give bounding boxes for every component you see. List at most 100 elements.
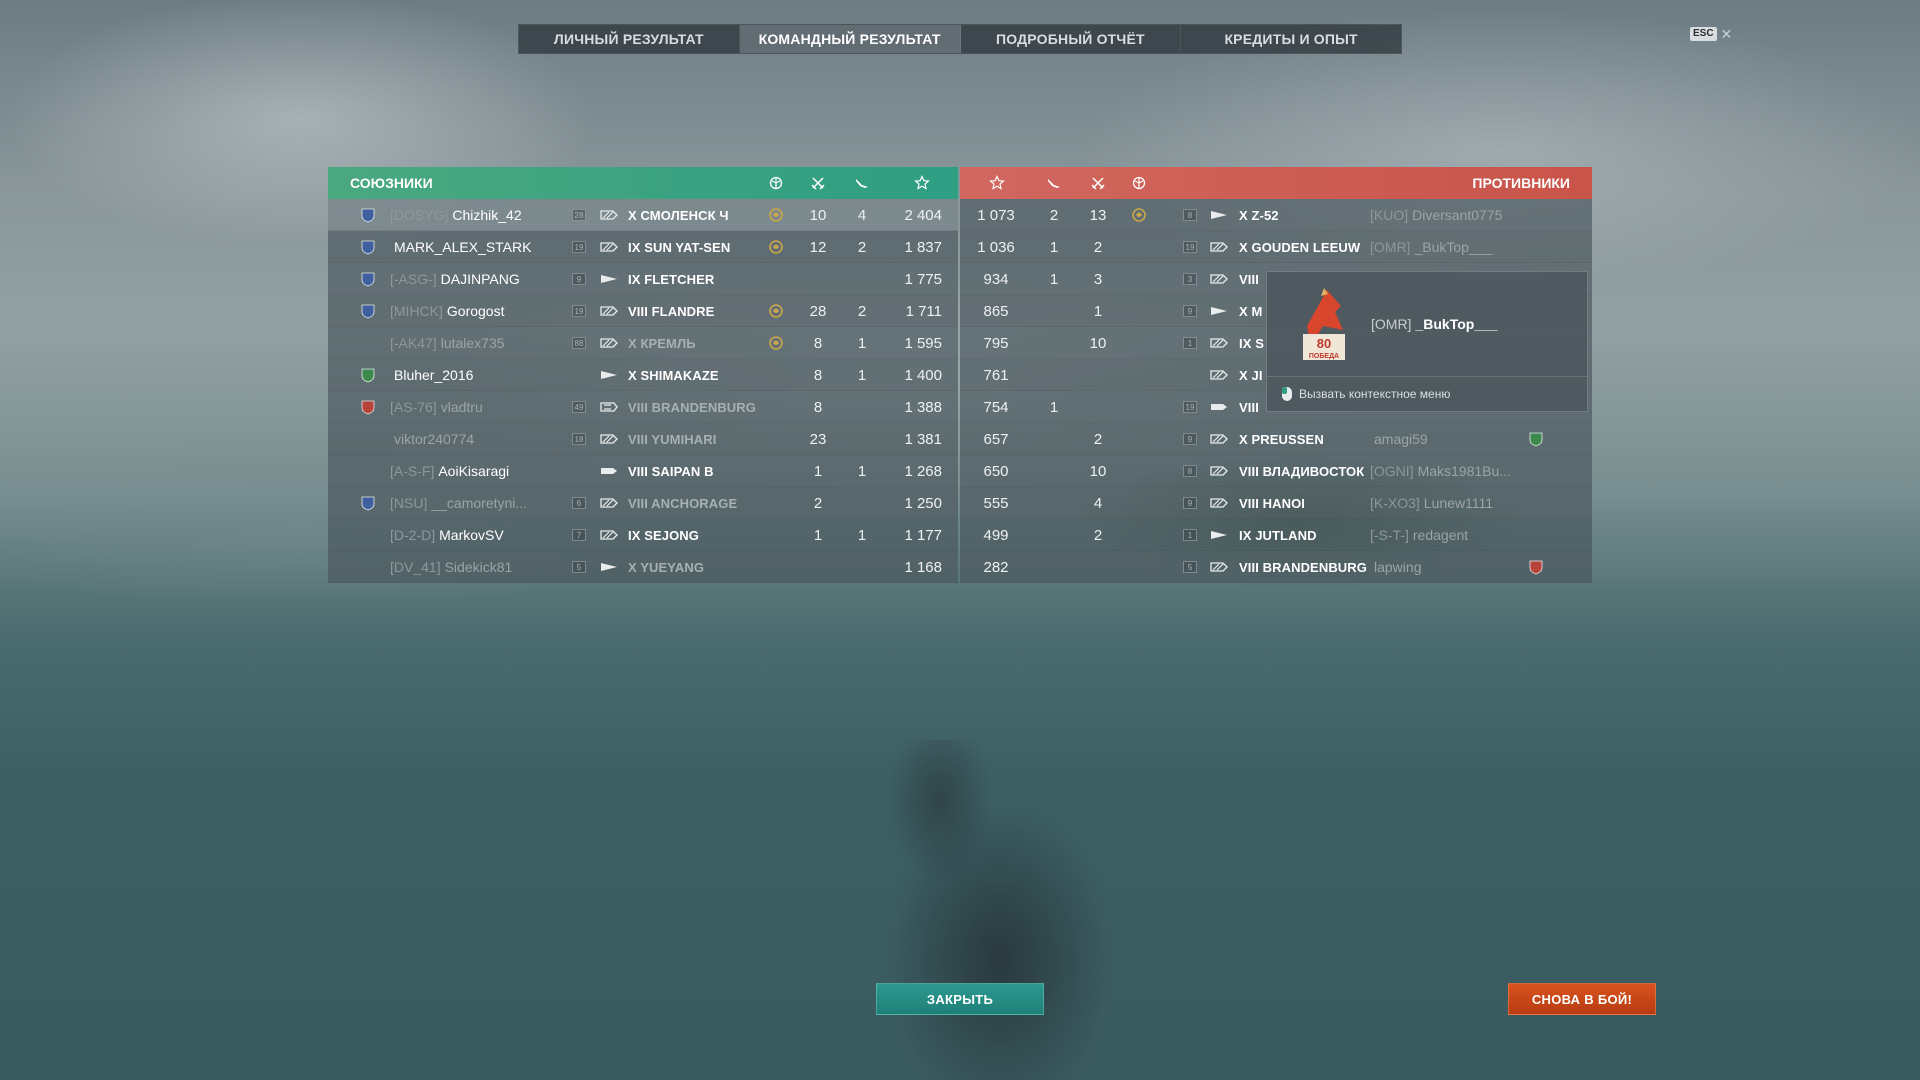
- tab-personal-result[interactable]: ЛИЧНЫЙ РЕЗУЛЬТАТ: [519, 25, 740, 53]
- player-name[interactable]: [K-XO3] Lunew1111: [1370, 487, 1530, 519]
- player-name[interactable]: [KUO] Diversant0775: [1370, 199, 1530, 231]
- player-name[interactable]: [МIHCK] Gorogost: [390, 295, 560, 327]
- esc-close-button[interactable]: ESC ✕: [1690, 27, 1732, 41]
- allies-panel: СОЮЗНИКИ [DOSYG] Chizhik_42 28 X СМОЛЕНСК Ч…: [328, 167, 958, 583]
- planes-value: 1: [1049, 270, 1059, 288]
- player-name[interactable]: lapwing: [1370, 551, 1530, 583]
- ally-row[interactable]: [D-2-D] MarkovSV 7 IX SEJONG 1 1 1 177: [328, 519, 958, 551]
- ship-name: VIII: [1239, 399, 1259, 415]
- frags-value: [1078, 391, 1118, 423]
- score-value: 1 168: [904, 558, 942, 576]
- clan-tag: [OGNI]: [1370, 463, 1414, 479]
- score-value: 2 404: [904, 206, 942, 224]
- ship-class-icon: [1210, 231, 1230, 263]
- player-name[interactable]: amagi59: [1370, 423, 1530, 455]
- laurel-medal-icon: [768, 199, 784, 231]
- clan-tag: [KUO]: [1370, 207, 1409, 223]
- frags-value: [1078, 359, 1118, 391]
- enemy-row[interactable]: 657 2 9 X PREUSSEN amagi59: [960, 423, 1592, 455]
- plane-icon: [854, 175, 870, 191]
- nickname: Diversant0775: [1412, 207, 1503, 223]
- mouse-icon: [1282, 387, 1292, 401]
- player-name[interactable]: [-AK47] lutalex735: [390, 327, 560, 359]
- star-icon: [989, 175, 1005, 191]
- enemy-row[interactable]: 282 5 VIII BRANDENBURG lapwing: [960, 551, 1592, 583]
- ally-row[interactable]: [-ASG-] DAJINPANG 9 IX FLETCHER 1 775: [328, 263, 958, 295]
- ship-name: VIII BRANDENBURG: [628, 399, 756, 415]
- tab-team-result[interactable]: КОМАНДНЫЙ РЕЗУЛЬТАТ: [739, 25, 961, 53]
- ally-row[interactable]: Bluher_2016 X SHIMAKAZE 8 1 1 400: [328, 359, 958, 391]
- enemy-row[interactable]: 499 2 1 IX JUTLAND [-S-T-] redagent: [960, 519, 1592, 551]
- score-value: 795: [983, 334, 1009, 352]
- tab-credits-xp[interactable]: КРЕДИТЫ И ОПЫТ: [1181, 25, 1401, 53]
- score-value: 934: [983, 270, 1009, 288]
- ship-class-icon: [600, 327, 620, 359]
- planes-value: [1034, 551, 1074, 583]
- nickname: Lunew1111: [1423, 495, 1494, 511]
- ship-name: X YUEYANG: [628, 559, 705, 575]
- clan-tag: [МIHCK]: [390, 303, 443, 319]
- context-menu-hint: Вызвать контекстное меню: [1281, 386, 1450, 402]
- player-level-badge: 6: [572, 497, 586, 509]
- ally-row[interactable]: MARK_ALEX_STARK 19 IX SUN YAT-SEN 12 2 1 837: [328, 231, 958, 263]
- score-value: 1 711: [905, 302, 942, 320]
- player-name[interactable]: viktor240774: [390, 423, 560, 455]
- close-button[interactable]: ЗАКРЫТЬ: [876, 983, 1044, 1015]
- laurel-medal-icon: [1131, 199, 1147, 231]
- nickname: MarkovSV: [439, 527, 504, 543]
- enemy-row[interactable]: 1 036 1 2 19 X GOUDEN LEEUW [OMR] _BukTop___: [960, 231, 1592, 263]
- laurel-wreath-icon: [1131, 175, 1147, 191]
- ship-name: X SHIMAKAZE: [628, 367, 719, 383]
- player-name[interactable]: [NSU] __camoretyni...: [390, 487, 560, 519]
- ally-row[interactable]: [NSU] __camoretyni... 6 VIII ANCHORAGE 2 1 25…: [328, 487, 958, 519]
- player-name[interactable]: [DOSYG] Chizhik_42: [390, 199, 560, 231]
- battle-again-button[interactable]: СНОВА В БОЙ!: [1508, 983, 1656, 1015]
- score-value: 1 775: [904, 270, 942, 288]
- player-tooltip: 80 ПОБЕДА [OMR] _BukTop___ Вызвать контек…: [1266, 271, 1588, 412]
- player-level-badge: 19: [1183, 241, 1197, 253]
- ship-class-icon: [600, 295, 620, 327]
- player-name[interactable]: [A-S-F] AoiKisaragi: [390, 455, 560, 487]
- ally-row[interactable]: viktor240774 18 VIII YUMIHARI 23 1 381: [328, 423, 958, 455]
- nickname: Sidekick81: [444, 559, 513, 575]
- frags-value: 8: [813, 398, 823, 416]
- enemy-row[interactable]: 555 4 9 VIII HANOI [K-XO3] Lunew1111: [960, 487, 1592, 519]
- frags-value: 1: [813, 462, 823, 480]
- star-icon: [914, 175, 930, 191]
- player-level-badge: 1: [1183, 529, 1197, 541]
- ally-row[interactable]: [-AK47] lutalex735 88 X КРЕМЛЬ 8 1 1 595: [328, 327, 958, 359]
- tooltip-player-name: [OMR] _BukTop___: [1371, 316, 1498, 332]
- player-name[interactable]: [-ASG-] DAJINPANG: [390, 263, 560, 295]
- ally-row[interactable]: [МIHCK] Gorogost 19 VIII FLANDRE 28 2 1 711: [328, 295, 958, 327]
- ship-name: X PREUSSEN: [1239, 431, 1324, 447]
- score-value: 1 036: [977, 238, 1015, 256]
- ally-row[interactable]: [DOSYG] Chizhik_42 28 X СМОЛЕНСК Ч 10 4 2 404: [328, 199, 958, 231]
- player-name[interactable]: [D-2-D] MarkovSV: [390, 519, 560, 551]
- player-name[interactable]: [AS-76] vladtru: [390, 391, 560, 423]
- ally-row[interactable]: [A-S-F] AoiKisaragi VIII SAIPAN B111 268: [328, 455, 958, 487]
- player-level-badge: 9: [1183, 305, 1197, 317]
- score-value: 1 388: [904, 398, 942, 416]
- ship-name: X СМОЛЕНСК Ч: [628, 207, 729, 223]
- player-name[interactable]: [-S-T-] redagent: [1370, 519, 1530, 551]
- player-level-badge: 5: [1183, 561, 1197, 573]
- ally-row[interactable]: [AS-76] vladtru 49 VIII BRANDENBURG 8 1 388: [328, 391, 958, 423]
- enemy-row[interactable]: 650 10 8 VIII ВЛАДИВОСТОК [OGNI] Maks1981Bu..…: [960, 455, 1592, 487]
- player-name[interactable]: [OGNI] Maks1981Bu...: [1370, 455, 1530, 487]
- ship-class-icon: [600, 391, 620, 423]
- clan-rank-badge-icon: [360, 295, 376, 327]
- close-icon: ✕: [1720, 26, 1733, 42]
- ally-row[interactable]: [DV_41] Sidekick81 5 X YUEYANG 1 168: [328, 551, 958, 583]
- player-name[interactable]: [OMR] _BukTop___: [1370, 231, 1530, 263]
- laurel-medal-icon: [768, 295, 784, 327]
- esc-key-label: ESC: [1690, 27, 1717, 41]
- score-value: 1 381: [904, 430, 942, 448]
- player-name[interactable]: Bluher_2016: [390, 359, 560, 391]
- enemy-row[interactable]: 1 073 2 13 8 X Z-52 [KUO] Diversant0775: [960, 199, 1592, 231]
- clan-tag: [-ASG-]: [390, 271, 437, 287]
- player-name[interactable]: MARK_ALEX_STARK: [390, 231, 560, 263]
- score-value: 1 250: [904, 494, 942, 512]
- tab-detailed-report[interactable]: ПОДРОБНЫЙ ОТЧЁТ: [961, 25, 1182, 53]
- player-name[interactable]: [DV_41] Sidekick81: [390, 551, 560, 583]
- victory-80-emblem-icon: 80 ПОБЕДА: [1303, 288, 1345, 360]
